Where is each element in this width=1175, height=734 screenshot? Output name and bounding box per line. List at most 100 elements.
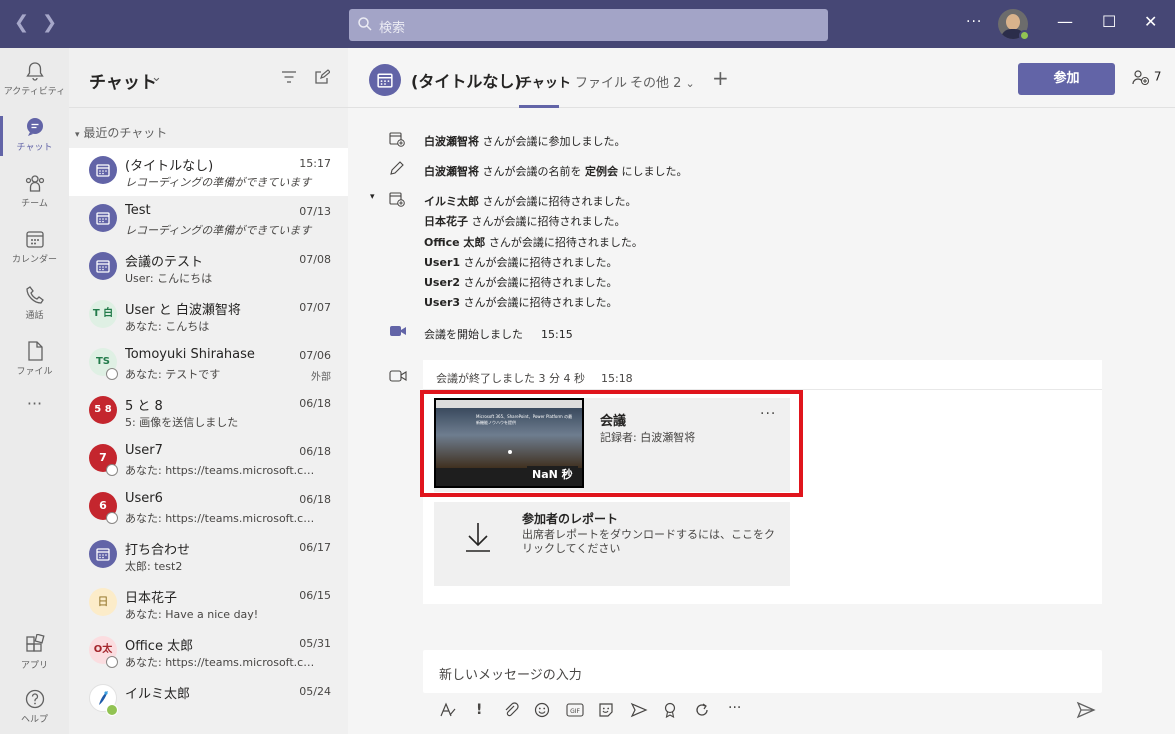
chat-list-item[interactable]: 5 8 5 と 8 5: 画像を送信しました 06/18 <box>69 388 348 436</box>
rail-item-teams[interactable]: チーム <box>0 166 69 218</box>
chevron-down-icon: ⌄ <box>685 77 695 90</box>
message-compose-box[interactable]: 新しいメッセージの入力 <box>423 650 1102 693</box>
chevron-down-icon[interactable]: ⌄ <box>151 70 162 85</box>
praise-icon[interactable] <box>663 702 677 721</box>
rail-more-button[interactable]: ··· <box>0 394 69 424</box>
event-user: 白波瀬智将 <box>424 135 479 148</box>
chat-preview: あなた: こんちは <box>125 320 210 333</box>
important-icon[interactable]: ! <box>476 702 482 718</box>
loop-icon[interactable] <box>694 702 710 721</box>
svg-text:GIF: GIF <box>570 708 580 715</box>
meeting-calendar-icon <box>89 204 117 232</box>
meeting-calendar-icon <box>89 156 117 184</box>
emoji-icon[interactable] <box>534 702 550 721</box>
search-input[interactable]: 検索 <box>349 9 828 41</box>
event-invited: User3 さんが会議に招待されました。 <box>424 294 618 310</box>
chat-preview: あなた: https://teams.microsoft.co... <box>125 656 315 669</box>
chat-list-item[interactable]: 7 User7 あなた: https://teams.microsoft.co.… <box>69 436 348 484</box>
join-button[interactable]: 参加 <box>1018 63 1115 95</box>
chat-preview: レコーディングの準備ができています <box>125 176 312 189</box>
add-tab-icon[interactable]: + <box>712 66 729 90</box>
chat-list-item[interactable]: T 白 User と 白波瀬智将 あなた: こんちは 07/07 <box>69 292 348 340</box>
send-icon[interactable] <box>1076 701 1096 722</box>
video-camera-off-icon <box>389 369 407 386</box>
chat-list-item[interactable]: O太 Office 太郎 あなた: https://teams.microsof… <box>69 628 348 676</box>
more-options-icon[interactable]: ··· <box>728 700 741 716</box>
people-icon <box>1132 70 1150 86</box>
more-options-icon[interactable]: ··· <box>966 14 982 30</box>
chat-name: イルミ太郎 <box>125 687 191 702</box>
event-text: さんが会議に招待されました。 <box>460 296 618 309</box>
conversation-pane: (タイトルなし) チャット ファイル その他 2 ⌄ + 参加 7 白波瀬智将 … <box>348 48 1175 734</box>
chat-list-item[interactable]: 6 User6 あなた: https://teams.microsoft.co.… <box>69 484 348 532</box>
event-user: User1 <box>424 256 461 269</box>
rail-label: 通話 <box>25 311 44 321</box>
chat-list-item[interactable]: (タイトルなし) レコーディングの準備ができています 15:17 <box>69 148 348 196</box>
conversation-title[interactable]: (タイトルなし) <box>411 68 522 92</box>
event-text: さんが会議に招待されました。 <box>479 195 637 208</box>
rail-label: アプリ <box>20 661 48 671</box>
available-status-icon <box>1019 30 1030 41</box>
attendance-report-card[interactable]: 参加者のレポート 出席者レポートをダウンロードするには、ここをクリックしてくださ… <box>434 502 790 586</box>
event-text: 会議が終了しました 3 分 4 秒 <box>436 372 585 385</box>
tab-chat[interactable]: チャット <box>519 72 571 91</box>
minimize-button[interactable]: — <box>1057 12 1073 31</box>
filter-icon[interactable] <box>281 70 297 87</box>
chat-preview: あなた: https://teams.microsoft.co... <box>125 464 315 477</box>
chat-list-item[interactable]: 日 日本花子 あなた: Have a nice day! 06/15 <box>69 580 348 628</box>
bell-icon <box>0 60 69 82</box>
meeting-calendar-icon <box>89 540 117 568</box>
external-badge: 外部 <box>311 372 331 383</box>
chat-list-item[interactable]: TS Tomoyuki Shirahase あなた: テストです 07/06 外… <box>69 340 348 388</box>
attach-icon[interactable] <box>503 702 519 721</box>
forward-arrow-icon[interactable]: ❯ <box>42 12 57 33</box>
meet-now-icon[interactable] <box>630 702 648 721</box>
rail-item-calendar[interactable]: カレンダー <box>0 222 69 274</box>
offline-status-icon <box>106 512 118 524</box>
format-icon[interactable] <box>439 702 457 721</box>
tab-files[interactable]: ファイル <box>575 72 627 91</box>
chat-list-item[interactable]: 会議のテスト User: こんにちは 07/08 <box>69 244 348 292</box>
rail-item-chat[interactable]: チャット <box>0 110 69 162</box>
chat-list-item[interactable]: 打ち合わせ 太郎: test2 06/17 <box>69 532 348 580</box>
close-button[interactable]: ✕ <box>1144 12 1157 31</box>
rail-item-files[interactable]: ファイル <box>0 334 69 386</box>
chat-time: 05/24 <box>299 685 331 698</box>
chat-name: User6 <box>125 491 163 506</box>
chat-time: 06/18 <box>299 397 331 410</box>
chat-name: Tomoyuki Shirahase <box>125 347 255 362</box>
chat-list-pane: チャット ⌄ ▾ 最近のチャット (タイトルなし) レコーディングの準備ができて… <box>69 48 348 734</box>
event-text: さんが会議に招待されました。 <box>468 215 626 228</box>
available-status-icon <box>106 704 118 716</box>
chat-name: (タイトルなし) <box>125 159 214 174</box>
sticker-icon[interactable] <box>598 702 614 721</box>
chat-time: 15:17 <box>299 157 331 170</box>
chat-name: 会議のテスト <box>125 255 204 270</box>
rail-item-calls[interactable]: 通話 <box>0 278 69 330</box>
chat-name: User と 白波瀬智将 <box>125 303 241 318</box>
chat-name: User7 <box>125 443 163 458</box>
event-joined: 白波瀬智将 さんが会議に参加しました。 <box>424 133 626 149</box>
rail-item-apps[interactable]: アプリ <box>0 628 69 680</box>
chat-list-title[interactable]: チャット <box>89 68 157 93</box>
event-value: 定例会 <box>585 165 618 178</box>
gif-icon[interactable]: GIF <box>566 702 584 721</box>
chat-list-item[interactable]: Test レコーディングの準備ができています 07/13 <box>69 196 348 244</box>
back-arrow-icon[interactable]: ❮ <box>14 12 29 33</box>
rail-label: チャット <box>16 143 53 153</box>
apps-icon <box>0 634 69 656</box>
event-text: にしました。 <box>618 165 688 178</box>
rail-item-help[interactable]: ヘルプ <box>0 682 69 734</box>
new-chat-icon[interactable] <box>314 69 331 88</box>
chat-time: 06/15 <box>299 589 331 602</box>
chat-time: 07/08 <box>299 253 331 266</box>
tab-more[interactable]: その他 2 ⌄ <box>630 72 695 91</box>
collapse-caret-icon[interactable]: ▾ <box>370 192 375 202</box>
chat-name: 日本花子 <box>125 591 178 606</box>
rail-item-activity[interactable]: アクティビティ <box>0 54 69 106</box>
event-invited: 日本花子 さんが会議に招待されました。 <box>424 213 626 229</box>
maximize-button[interactable]: ☐ <box>1102 12 1116 31</box>
chat-list-item[interactable]: イルミ太郎 05/24 <box>69 676 348 724</box>
participants-button[interactable]: 7 <box>1132 69 1161 86</box>
recent-chats-section[interactable]: ▾ 最近のチャット <box>75 124 167 141</box>
